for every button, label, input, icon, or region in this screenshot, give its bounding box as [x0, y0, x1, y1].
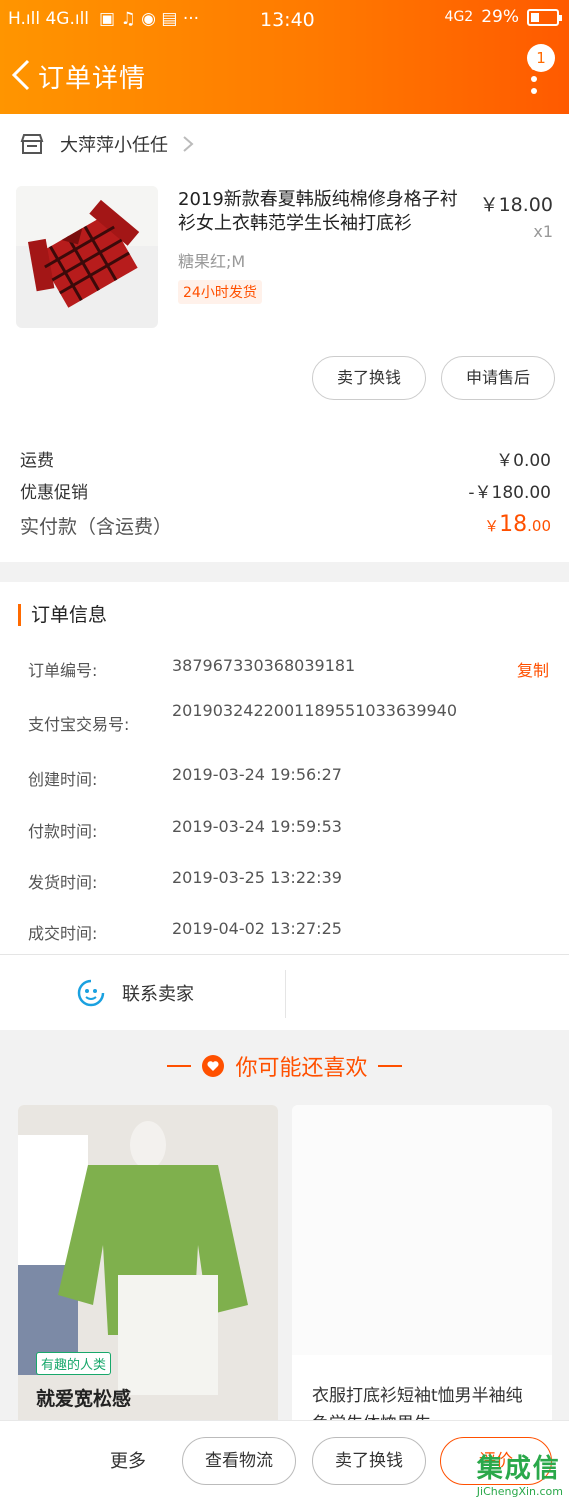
product-price: ￥18.00 — [479, 194, 553, 216]
recommend-title: 你可能还喜欢 — [235, 1056, 368, 1081]
product-sku: 糖果红;M — [178, 252, 246, 271]
order-info-heading: 订单信息 — [18, 604, 107, 626]
product-title[interactable]: 2019新款春夏韩版纯棉修身格子衬衫女上衣韩范学生长袖打底衫 — [178, 188, 468, 236]
app-header: H.ıll 4G.ıll ▣ ♫ ◉ ▤ ··· 13:40 4G2 29% 订… — [0, 0, 569, 114]
created-time-label: 创建时间: — [28, 770, 98, 789]
shop-name: 大萍萍小任任 — [60, 135, 168, 156]
battery-percent: 29% — [481, 7, 519, 27]
back-arrow-icon[interactable] — [8, 58, 34, 92]
completed-time-value: 2019-04-02 13:27:25 — [172, 919, 342, 938]
shop-icon — [20, 134, 44, 154]
order-info-section: 订单信息 订单编号: 387967330368039181 复制 支付宝交易号:… — [0, 582, 569, 1030]
message-badge: 1 — [527, 44, 555, 72]
completed-time-label: 成交时间: — [28, 924, 98, 943]
chat-face-icon — [77, 979, 105, 1007]
shop-link[interactable]: 大萍萍小任任 — [20, 132, 194, 156]
divider — [0, 954, 569, 955]
discount-row: 优惠促销 -￥180.00 — [20, 478, 551, 503]
total-row: 实付款（含运费） ￥18.00 — [20, 512, 551, 539]
bottom-resell-button[interactable]: 卖了换钱 — [312, 1437, 426, 1485]
contact-seller-label: 联系卖家 — [122, 984, 194, 1005]
alipay-trade-value: 2019032422001189551033639940 — [172, 701, 458, 720]
view-logistics-button[interactable]: 查看物流 — [182, 1437, 296, 1485]
shipping-fee-label: 运费 — [20, 451, 54, 471]
page-title: 订单详情 — [38, 64, 147, 94]
resell-button[interactable]: 卖了换钱 — [312, 356, 426, 400]
recommend-name-2[interactable]: 衣服打底衫短袖t恤男半袖纯色学生体恤男生 — [312, 1382, 532, 1422]
status-bar: H.ıll 4G.ıll ▣ ♫ ◉ ▤ ··· 13:40 4G2 29% — [0, 0, 569, 40]
product-image[interactable] — [16, 186, 158, 328]
decor-arrow-right — [377, 1065, 402, 1067]
more-button[interactable]: 更多 — [110, 1447, 146, 1473]
shipping-fee-value: ￥0.00 — [496, 451, 551, 471]
created-time-value: 2019-03-24 19:56:27 — [172, 765, 342, 784]
product-quantity: x1 — [533, 222, 553, 241]
recommend-tag: 有趣的人类 — [36, 1352, 112, 1375]
paid-time-label: 付款时间: — [28, 822, 98, 841]
copy-button[interactable]: 复制 — [517, 657, 549, 681]
recommend-name-1[interactable]: 就爱宽松感 — [36, 1384, 131, 1411]
app-notification-icons: ▣ ♫ ◉ ▤ ··· — [99, 9, 200, 29]
network-indicator: 4G2 — [444, 9, 474, 25]
paid-time-value: 2019-03-24 19:59:53 — [172, 817, 342, 836]
shipping-tag: 24小时发货 — [178, 280, 262, 304]
contact-seller-button[interactable]: 联系卖家 — [76, 978, 194, 1008]
order-number-label: 订单编号: — [28, 661, 98, 680]
battery-icon — [527, 8, 562, 26]
discount-label: 优惠促销 — [20, 483, 88, 503]
discount-value: -￥180.00 — [468, 483, 551, 503]
alipay-trade-label: 支付宝交易号: — [28, 715, 130, 734]
recommend-header: 你可能还喜欢 — [0, 1050, 569, 1092]
shipped-time-value: 2019-03-25 13:22:39 — [172, 868, 342, 887]
order-product-card: 大萍萍小任任 2019新款春夏韩版纯棉修身格子衬衫女上衣韩范学生长袖打底衫 ￥1… — [0, 114, 569, 562]
total-label: 实付款（含运费） — [20, 516, 173, 538]
shipped-time-label: 发货时间: — [28, 873, 98, 892]
decor-arrow-left — [167, 1065, 192, 1067]
heart-icon — [202, 1055, 225, 1077]
recommend-image-2 — [292, 1105, 552, 1355]
vertical-divider — [285, 970, 286, 1018]
order-number-value: 387967330368039181 — [172, 656, 356, 675]
clock: 13:40 — [260, 9, 315, 31]
watermark-logo: 集成信 JiChengXin.com — [476, 1454, 563, 1498]
chevron-right-icon — [183, 136, 194, 152]
total-value: ￥18.00 — [484, 512, 551, 537]
shipping-fee-row: 运费 ￥0.00 — [20, 446, 551, 471]
after-sale-button[interactable]: 申请售后 — [441, 356, 555, 400]
signal-indicator: H.ıll 4G.ıll — [8, 9, 90, 29]
